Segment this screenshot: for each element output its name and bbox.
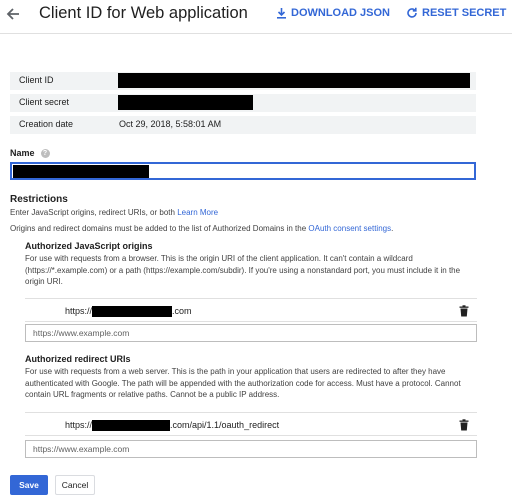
reset-secret-label: RESET SECRET (422, 7, 507, 19)
redirect-uris-description: For use with requests from a web server.… (25, 367, 461, 399)
cancel-button[interactable]: Cancel (55, 475, 95, 495)
name-field-label: Name ? (10, 148, 50, 158)
redirect-uri[interactable]: https:// .com/api/1.1/oauth_redirect (65, 420, 280, 432)
js-origin-domain-redacted (92, 306, 173, 318)
client-secret-redacted (118, 95, 253, 110)
download-json-button[interactable]: DOWNLOAD JSON (276, 7, 390, 19)
js-origin-uri-prefix: https:// (65, 306, 93, 316)
redirect-uri-row: https:// .com/api/1.1/oauth_redirect (25, 412, 477, 436)
restrictions-help-line: Enter JavaScript origins, redirect URIs,… (10, 207, 218, 218)
download-json-label: DOWNLOAD JSON (291, 7, 390, 19)
client-id-redacted (118, 73, 470, 88)
learn-more-link[interactable]: Learn More (177, 208, 218, 217)
redirect-domain-redacted (92, 420, 171, 432)
download-icon (277, 8, 286, 19)
creation-date-value: Oct 29, 2018, 5:58:01 AM (119, 119, 222, 129)
oauth-consent-settings-link[interactable]: OAuth consent settings (308, 224, 391, 233)
js-origins-description: For use with requests from a browser. Th… (25, 254, 461, 286)
client-secret-label: Client secret (19, 97, 70, 107)
js-origin-uri-suffix: .com (172, 306, 192, 316)
authorized-domains-end: . (391, 224, 394, 233)
reset-secret-button[interactable]: RESET SECRET (406, 7, 506, 19)
redirect-uris-title: Authorized redirect URIs (25, 354, 131, 364)
client-id-label: Client ID (19, 75, 54, 85)
redirect-uri-suffix: .com/api/1.1/oauth_redirect (170, 420, 280, 430)
creation-date-label: Creation date (19, 119, 74, 129)
name-label-text: Name (10, 148, 35, 158)
save-button[interactable]: Save (10, 475, 48, 495)
redirect-uri-input[interactable] (25, 440, 477, 458)
delete-js-origin-icon[interactable] (459, 305, 469, 317)
restrictions-help-text: Enter JavaScript origins, redirect URIs,… (10, 208, 178, 217)
name-input[interactable] (10, 162, 476, 180)
delete-redirect-uri-icon[interactable] (459, 419, 469, 431)
redirect-uri-prefix: https:// (65, 420, 93, 430)
js-origins-title: Authorized JavaScript origins (25, 241, 153, 251)
page-title: Client ID for Web application (39, 4, 248, 22)
name-value-redacted (13, 165, 149, 178)
client-id-row: Client ID (10, 72, 476, 90)
js-origin-input[interactable] (25, 324, 477, 342)
client-secret-row: Client secret (10, 94, 476, 112)
client-info-table: Client ID Client secret Creation date Oc… (10, 72, 476, 138)
js-origin-uri[interactable]: https:// .com (65, 306, 192, 318)
restrictions-title: Restrictions (10, 194, 68, 205)
authorized-domains-line: Origins and redirect domains must be add… (10, 223, 393, 234)
refresh-icon (407, 7, 417, 18)
authorized-domains-text: Origins and redirect domains must be add… (10, 224, 309, 233)
page-header: Client ID for Web application DOWNLOAD J… (0, 0, 512, 34)
creation-date-row: Creation date Oct 29, 2018, 5:58:01 AM (10, 116, 476, 134)
help-icon[interactable]: ? (40, 148, 50, 158)
back-arrow-icon[interactable] (6, 7, 20, 21)
js-origin-uri-row: https:// .com (25, 298, 477, 322)
